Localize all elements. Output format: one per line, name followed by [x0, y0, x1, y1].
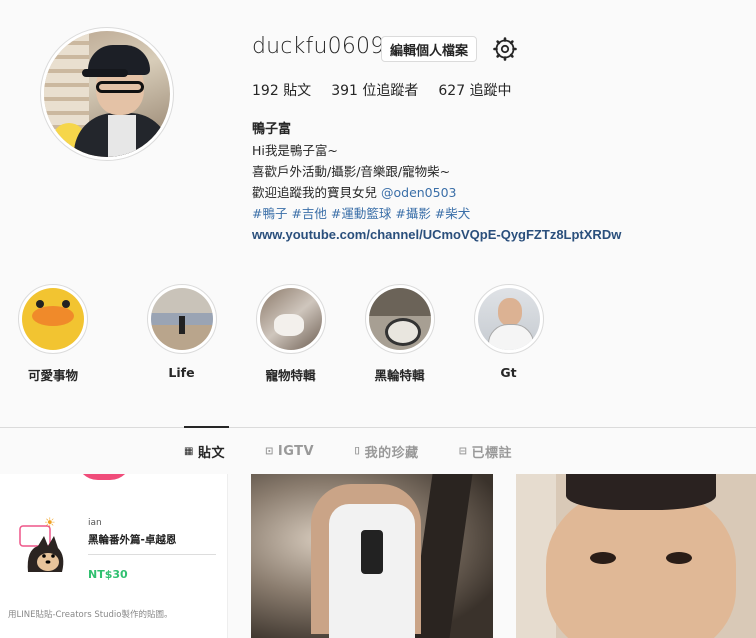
tab-posts-label: 貼文 [197, 446, 225, 461]
highlight-label: 可愛事物 [27, 368, 78, 383]
sticker-footer: 用LINE貼貼-Creators Studio製作的貼圖。 [8, 610, 173, 620]
profile-avatar[interactable] [40, 27, 174, 161]
shiba-dog-icon [19, 525, 64, 572]
posts-count-number: 192 [252, 83, 279, 99]
username: duckfu0609 [252, 34, 385, 59]
face-image [546, 488, 736, 638]
tab-saved-label: 我的珍藏 [364, 446, 419, 461]
avatar-image [44, 31, 170, 157]
edit-profile-button[interactable]: 編輯個人檔案 [381, 36, 478, 62]
bio-line-1: Hi我是鴨子富~ [252, 143, 338, 158]
post-gym-selfie[interactable] [251, 474, 493, 638]
posts-count-label: 貼文 [283, 83, 312, 99]
hair-shape [566, 474, 716, 510]
tab-divider [0, 427, 756, 428]
profile-stats: 192 貼文 391 位追蹤者 627 追蹤中 [252, 80, 532, 100]
left-eye [590, 552, 616, 564]
phone-icon [361, 530, 383, 574]
basketball-court-image [150, 288, 213, 350]
tab-tagged[interactable]: ⊟ 已標註 [459, 442, 512, 461]
followers-count-label: 位追蹤者 [362, 83, 419, 99]
highlight-pets[interactable]: 寵物特輯 [236, 284, 345, 384]
tab-posts[interactable]: ▦ 貼文 [184, 442, 225, 461]
story-highlights: 可愛事物 Life 寵物特輯 黑輪特輯 Gt [18, 284, 563, 384]
highlight-cute-things[interactable]: 可愛事物 [18, 284, 88, 384]
highlight-label: Gt [500, 365, 517, 380]
highlight-label: 寵物特輯 [265, 368, 316, 383]
igtv-icon: ⊡ [264, 446, 274, 457]
post-sticker[interactable]: ☀ ian 黑輪番外篇-卓越恩 NT$30 用LINE貼貼-Creators S… [0, 474, 228, 638]
bio-line-3-text: 歡迎追蹤我的寶貝女兒 [252, 185, 381, 200]
profile-bio: 鴨子富 Hi我是鴨子富~ 喜歡戶外活動/攝影/音樂跟/寵物柴~ 歡迎追蹤我的寶貝… [252, 119, 621, 245]
following-count[interactable]: 627 追蹤中 [438, 80, 511, 100]
sticker-divider [88, 554, 216, 555]
duck-face-image [22, 288, 84, 350]
tab-saved[interactable]: ⌷ 我的珍藏 [354, 442, 419, 461]
sticker-card: ☀ ian 黑輪番外篇-卓越恩 NT$30 [0, 492, 224, 604]
gear-icon[interactable] [493, 37, 517, 61]
highlight-gt[interactable]: Gt [454, 284, 563, 384]
bookmark-icon: ⌷ [354, 446, 361, 457]
followers-count-number: 391 [331, 83, 358, 99]
pet-bath-image [259, 288, 322, 350]
tab-tagged-label: 已標註 [471, 446, 512, 461]
highlight-life[interactable]: Life [127, 284, 236, 384]
tab-active-indicator [184, 426, 229, 428]
tag-icon: ⊟ [458, 446, 468, 457]
bio-line-3: 歡迎追蹤我的寶貝女兒 @oden0503 [252, 182, 621, 203]
tab-igtv[interactable]: ⊡ IGTV [265, 442, 314, 461]
grid-icon: ▦ [184, 446, 194, 457]
full-name: 鴨子富 [252, 122, 292, 137]
sticker-author: ian [88, 518, 102, 528]
following-count-label: 追蹤中 [469, 83, 512, 99]
sticker-header-shape [76, 474, 132, 480]
portrait-image [477, 288, 540, 350]
website-link[interactable]: www.youtube.com/channel/UCmoVQpE-QygFZTz… [252, 224, 621, 245]
sun-icon: ☀ [44, 516, 56, 531]
hashtag-links[interactable]: #鴨子 #吉他 #運動籃球 #攝影 #柴犬 [252, 203, 621, 224]
highlight-label: 黑輪特輯 [374, 368, 425, 383]
highlight-label: Life [168, 365, 195, 380]
highlight-heilun[interactable]: 黑輪特輯 [345, 284, 454, 384]
profile-tabs: ▦ 貼文 ⊡ IGTV ⌷ 我的珍藏 ⊟ 已標註 [184, 442, 552, 461]
dog-wheel-image [368, 288, 431, 350]
sticker-price: NT$30 [88, 568, 128, 581]
right-eye [666, 552, 692, 564]
mention-link[interactable]: @oden0503 [381, 185, 457, 200]
followers-count[interactable]: 391 位追蹤者 [331, 80, 418, 100]
bio-line-2: 喜歡戶外活動/攝影/音樂跟/寵物柴~ [252, 164, 451, 179]
sticker-title: 黑輪番外篇-卓越恩 [88, 534, 177, 546]
following-count-number: 627 [438, 83, 466, 99]
posts-count: 192 貼文 [252, 80, 311, 100]
tab-igtv-label: IGTV [277, 444, 315, 459]
post-face-closeup[interactable] [516, 474, 756, 638]
